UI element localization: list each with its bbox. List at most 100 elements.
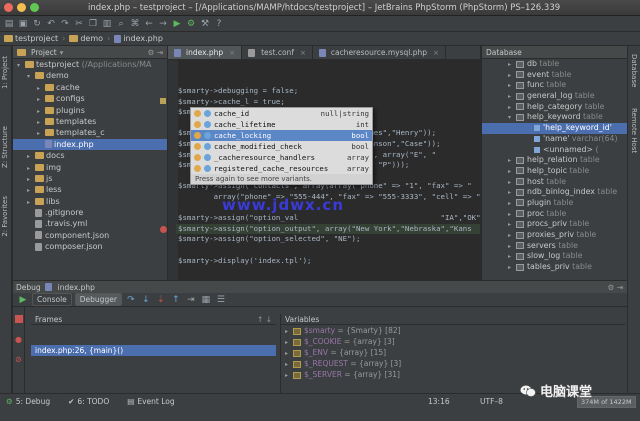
cursor-position[interactable]: 13:16 — [428, 397, 450, 406]
tool-tab-remote-host[interactable]: Remote Host — [630, 108, 638, 153]
tree-item[interactable]: ▸ libs — [13, 196, 167, 207]
database-table-item[interactable]: ▸ func table — [482, 80, 627, 91]
database-table-item[interactable]: ▸ slow_log table — [482, 251, 627, 262]
close-tab-icon[interactable]: × — [300, 49, 306, 57]
completion-item[interactable]: cache_id null|string — [191, 108, 372, 119]
database-table-item[interactable]: ▸ help_category table — [482, 102, 627, 113]
completion-item[interactable]: cache_locking bool — [191, 130, 372, 141]
evaluate-icon[interactable]: ▦ — [200, 294, 212, 306]
tree-item[interactable]: ▸ templates — [13, 116, 167, 127]
close-window-button[interactable] — [4, 3, 13, 12]
database-table-item[interactable]: ▸ servers table — [482, 241, 627, 252]
threads-icon[interactable]: ☰ — [215, 294, 227, 306]
settings-icon[interactable]: ⚒ — [199, 18, 211, 30]
completion-item[interactable]: _cacheresource_handlers array — [191, 152, 372, 163]
run-to-cursor-icon[interactable]: ⇥ — [185, 294, 197, 306]
forward-icon[interactable]: → — [157, 18, 169, 30]
zoom-window-button[interactable] — [30, 3, 39, 12]
step-over-icon[interactable]: ↷ — [125, 294, 137, 306]
variable-row[interactable]: ▸ $smarty = {Smarty} [82] — [281, 325, 625, 336]
tree-item[interactable]: .travis.yml — [13, 218, 167, 229]
database-table-item[interactable]: ▸ proc table — [482, 209, 627, 220]
tool-tab-project[interactable]: 1: Project — [1, 56, 9, 89]
panel-settings-icon[interactable]: ⚙ ⇥ — [608, 283, 623, 292]
help-icon[interactable]: ? — [213, 18, 225, 30]
debug-icon[interactable]: ⚙ — [185, 18, 197, 30]
replace-icon[interactable]: ⌘ — [129, 18, 141, 30]
tree-item[interactable]: ▸ plugins — [13, 105, 167, 116]
tree-item[interactable]: ▸ templates_c — [13, 127, 167, 138]
tree-item[interactable]: index.php — [13, 138, 167, 151]
copy-icon[interactable]: ❐ — [87, 18, 99, 30]
editor-tab[interactable]: cacheresource.mysql.php × — [313, 46, 446, 59]
variable-row[interactable]: ▸ $_COOKIE = {array} [3] — [281, 336, 625, 347]
resume-icon[interactable]: ▶ — [17, 294, 29, 306]
database-table-item[interactable]: ▸ help_relation table — [482, 155, 627, 166]
database-table-item[interactable]: ▾ help_keyword table — [482, 112, 627, 123]
breakpoint-icon[interactable] — [160, 226, 167, 233]
collapsed-arrow-icon[interactable]: ▸ — [285, 370, 293, 381]
completion-item[interactable]: cache_modified_check bool — [191, 141, 372, 152]
frame-nav-icons[interactable]: ↑ ↓ — [257, 314, 272, 325]
variable-row[interactable]: ▸ $_SERVER = {array} [31] — [281, 369, 625, 380]
back-icon[interactable]: ← — [143, 18, 155, 30]
mute-breakpoints-icon[interactable]: ⊘ — [15, 355, 22, 364]
tool-tab-debug[interactable]: ⚙ 5: Debug — [6, 397, 50, 406]
close-tab-icon[interactable]: × — [229, 49, 235, 57]
force-step-into-icon[interactable]: ⇣ — [155, 294, 167, 306]
database-table-item[interactable]: ▸ general_log table — [482, 91, 627, 102]
database-column-item[interactable]: 'help_keyword_id' — [482, 123, 627, 134]
redo-icon[interactable]: ↷ — [59, 18, 71, 30]
breadcrumb-item-project[interactable]: testproject — [4, 34, 58, 43]
tree-item[interactable]: ▾ demo — [13, 70, 167, 81]
collapsed-arrow-icon[interactable]: ▸ — [508, 263, 516, 274]
tree-item[interactable]: ▸ docs — [13, 150, 167, 161]
dropdown-icon[interactable]: ▾ — [60, 48, 64, 57]
editor-tab[interactable]: index.php × — [168, 46, 243, 59]
close-tab-icon[interactable]: × — [433, 49, 439, 57]
variable-row[interactable]: ▸ $_REQUEST = {array} [3] — [281, 358, 625, 369]
tree-item[interactable]: ▾ testproject (/Applications/MA — [13, 59, 167, 70]
undo-icon[interactable]: ↶ — [45, 18, 57, 30]
tree-item[interactable]: ▸ less — [13, 184, 167, 195]
database-table-item[interactable]: ▸ ndb_binlog_index table — [482, 187, 627, 198]
project-panel-title[interactable]: Project — [31, 48, 57, 57]
tab-debugger[interactable]: Debugger — [74, 293, 122, 306]
database-column-item[interactable]: <unnamed> ( — [482, 145, 627, 156]
database-table-item[interactable]: ▸ help_topic table — [482, 166, 627, 177]
database-table-item[interactable]: ▸ procs_priv table — [482, 219, 627, 230]
tree-item[interactable]: ▸ img — [13, 162, 167, 173]
step-into-icon[interactable]: ↓ — [140, 294, 152, 306]
tab-console[interactable]: Console — [32, 293, 72, 306]
tool-tab-todo[interactable]: ✔ 6: TODO — [68, 397, 109, 406]
tool-tab-favorites[interactable]: 2: Favorites — [1, 196, 9, 237]
tool-tab-database[interactable]: Database — [630, 54, 638, 87]
tree-item[interactable]: ▸ configs — [13, 93, 167, 104]
database-table-item[interactable]: ▸ event table — [482, 70, 627, 81]
tree-item[interactable]: ▸ cache — [13, 82, 167, 93]
variable-row[interactable]: ▸ $_ENV = {array} [15] — [281, 347, 625, 358]
tree-item[interactable]: ▸ js — [13, 173, 167, 184]
file-encoding[interactable]: UTF–8 — [480, 397, 503, 406]
database-column-item[interactable]: 'name' varchar(64) — [482, 134, 627, 145]
completion-item[interactable]: registered_cache_resources array — [191, 163, 372, 174]
tool-tab-event-log[interactable]: ▤ Event Log — [127, 397, 174, 406]
breadcrumb-item-folder[interactable]: demo — [69, 34, 103, 43]
tree-item[interactable]: .gitignore — [13, 207, 167, 218]
database-table-item[interactable]: ▸ tables_priv table — [482, 262, 627, 273]
database-table-item[interactable]: ▸ plugin table — [482, 198, 627, 209]
completion-item[interactable]: cache_lifetime int — [191, 119, 372, 130]
stop-icon[interactable] — [15, 315, 23, 323]
database-table-item[interactable]: ▸ db table — [482, 59, 627, 70]
paste-icon[interactable]: ▥ — [101, 18, 113, 30]
panel-settings-icon[interactable]: ⚙ ⇥ — [148, 48, 163, 57]
sync-icon[interactable]: ↻ — [31, 18, 43, 30]
run-icon[interactable]: ▶ — [171, 18, 183, 30]
tree-item[interactable]: component.json — [13, 230, 167, 241]
database-table-item[interactable]: ▸ host table — [482, 177, 627, 188]
tree-item[interactable]: composer.json — [13, 241, 167, 252]
tool-tab-structure[interactable]: Z: Structure — [1, 126, 9, 168]
find-icon[interactable]: ⌕ — [115, 18, 127, 30]
stack-frame[interactable]: index.php:26, {main}() — [31, 345, 276, 356]
breadcrumb-item-file[interactable]: index.php — [114, 34, 163, 43]
